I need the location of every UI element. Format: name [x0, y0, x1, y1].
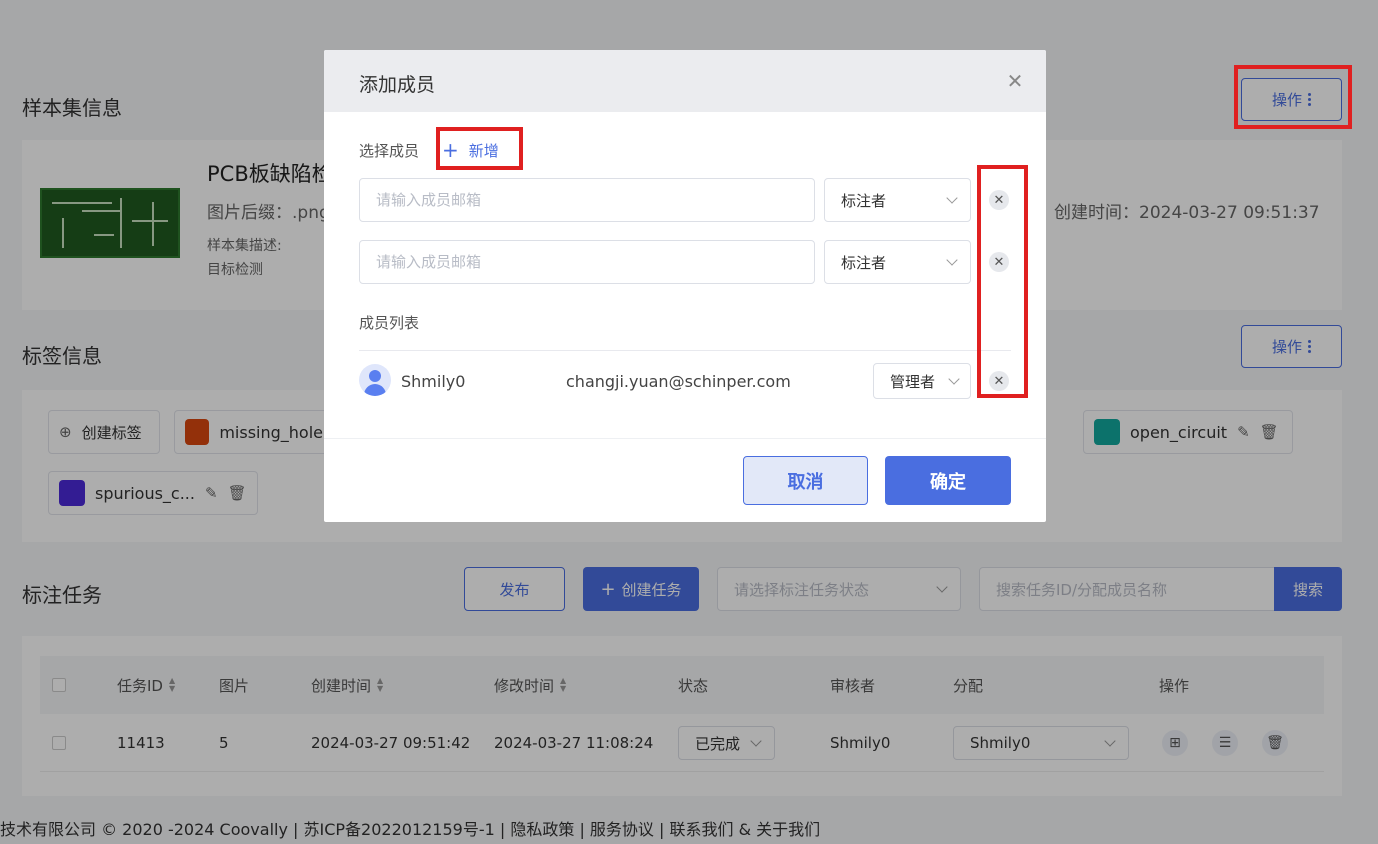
chevron-down-icon: [946, 254, 958, 266]
confirm-button[interactable]: 确定: [885, 456, 1011, 505]
divider: [324, 438, 1046, 439]
modal-title: 添加成员: [359, 74, 436, 96]
divider: [359, 350, 1011, 351]
member-role-select[interactable]: 标注者: [824, 178, 971, 222]
member-role-value: 标注者: [841, 191, 887, 210]
chevron-down-icon: [946, 192, 958, 204]
member-role-select[interactable]: 管理者: [873, 363, 971, 399]
member-list-label: 成员列表: [359, 314, 420, 332]
cancel-button[interactable]: 取消: [743, 456, 868, 505]
member-name: Shmily0: [401, 372, 466, 391]
select-member-label: 选择成员: [359, 142, 420, 160]
member-email: changji.yuan@schinper.com: [566, 372, 791, 391]
member-email-input[interactable]: [359, 240, 815, 284]
member-role-value: 标注者: [841, 253, 887, 272]
avatar: [359, 364, 391, 396]
highlight-box: [1234, 65, 1352, 129]
close-icon[interactable]: ✕: [1004, 69, 1026, 93]
member-role-select[interactable]: 标注者: [824, 240, 971, 284]
highlight-box: [436, 127, 523, 170]
member-email-input[interactable]: [359, 178, 815, 222]
highlight-box: [977, 165, 1028, 398]
member-role-value: 管理者: [890, 372, 936, 391]
chevron-down-icon: [948, 373, 960, 385]
add-member-modal: 添加成员 ✕ 选择成员 + 新增 标注者 ✕ 标注者 ✕ 成员列表 Shmily…: [324, 50, 1046, 522]
